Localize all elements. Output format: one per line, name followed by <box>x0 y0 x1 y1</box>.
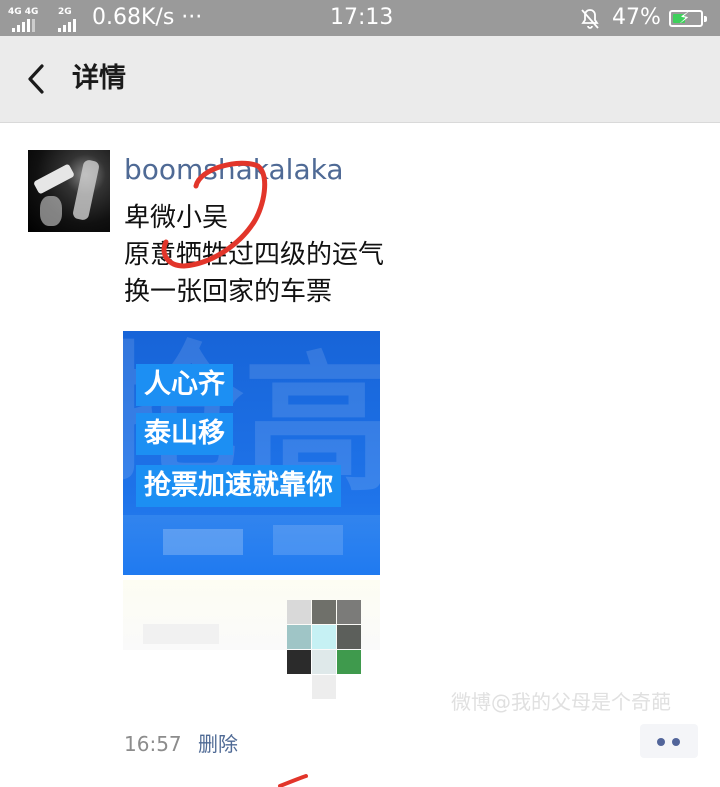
network-speed: 0.68K/s ··· <box>92 5 203 30</box>
pixelated-thumbnail <box>287 600 361 699</box>
avatar-detail <box>40 196 62 226</box>
chevron-left-icon[interactable] <box>18 56 58 102</box>
post-text-line: 原意牺牲过四级的运气 <box>124 240 385 270</box>
image-blurred-area <box>123 515 380 575</box>
charging-bolt-icon: ⚡ <box>679 8 691 27</box>
signal-label-primary: 4G 4G <box>8 7 39 17</box>
image-text-line: 人心齐 <box>136 364 233 406</box>
status-time: 17:13 <box>330 5 394 30</box>
avatar-detail <box>33 163 75 195</box>
bell-muted-icon <box>581 9 599 29</box>
post-text: 卑微小吴 原意牺牲过四级的运气 换一张回家的车票 <box>124 200 384 311</box>
post-text-line: 卑微小吴 <box>124 203 229 233</box>
watermark: 微博@我的父母是个奇葩 <box>451 690 671 714</box>
status-bar: 4G 4G 2G 0.68K/s ··· 17:13 47% ⚡ <box>0 0 720 36</box>
more-dots-icon[interactable] <box>640 724 698 758</box>
avatar[interactable] <box>28 150 110 232</box>
post-image[interactable]: 抢 高 人心齐 泰山移 抢票加速就靠你 <box>123 331 380 575</box>
avatar-detail <box>71 158 101 222</box>
nav-header: 详情 <box>0 36 720 123</box>
image-text-line: 泰山移 <box>136 413 233 455</box>
page-title: 详情 <box>72 63 126 94</box>
post-time: 16:57 <box>124 732 182 756</box>
signal-bars-icon <box>12 19 35 32</box>
battery-percent: 47% <box>612 5 661 30</box>
post-text-line: 换一张回家的车票 <box>124 277 333 307</box>
image-text-line: 抢票加速就靠你 <box>136 465 341 507</box>
battery-icon: ⚡ <box>669 8 707 27</box>
signal-bars-icon-2 <box>58 19 76 32</box>
signal-label-secondary: 2G <box>58 7 72 17</box>
delete-link[interactable]: 删除 <box>198 731 238 757</box>
username-link[interactable]: boomshakalaka <box>124 153 344 187</box>
